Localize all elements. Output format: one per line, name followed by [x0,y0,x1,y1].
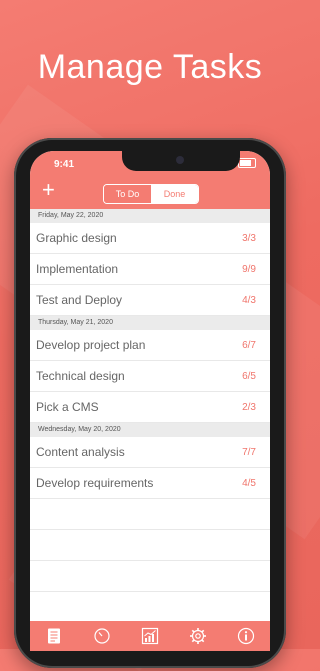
segment-done[interactable]: Done [151,185,198,203]
tab-bar [30,621,270,651]
task-row[interactable]: Develop project plan 6/7 [30,330,270,361]
task-row[interactable]: Test and Deploy 4/3 [30,285,270,316]
task-title: Technical design [36,369,125,383]
tab-list[interactable] [42,624,66,648]
task-title: Content analysis [36,445,125,459]
task-title: Implementation [36,262,119,276]
empty-row [30,530,270,561]
section-header: Friday, May 22, 2020 [30,209,270,223]
section-header: Wednesday, May 20, 2020 [30,423,270,437]
headline: Manage Tasks [37,48,263,86]
tab-chart[interactable] [138,624,162,648]
task-list: Friday, May 22, 2020 Graphic design 3/3 … [30,209,270,623]
segment-todo[interactable]: To Do [104,185,151,203]
tab-settings[interactable] [186,624,210,648]
task-title: Develop project plan [36,338,146,352]
task-count: 9/9 [242,263,256,275]
task-title: Test and Deploy [36,293,123,307]
add-task-button[interactable]: + [42,179,55,201]
task-row[interactable]: Pick a CMS 2/3 [30,392,270,423]
task-row[interactable]: Graphic design 3/3 [30,223,270,254]
task-row[interactable]: Implementation 9/9 [30,254,270,285]
status-time: 9:41 [54,159,75,170]
task-title: Develop requirements [36,476,154,490]
battery-icon [238,158,256,168]
empty-row [30,592,270,623]
empty-row [30,499,270,530]
task-count: 2/3 [242,401,256,413]
task-count: 6/5 [242,370,256,382]
task-row[interactable]: Technical design 6/5 [30,361,270,392]
task-count: 4/3 [242,294,256,306]
task-count: 4/5 [242,477,256,489]
section-header: Thursday, May 21, 2020 [30,316,270,330]
timer-icon [94,628,110,644]
tab-timer[interactable] [90,624,114,648]
task-count: 6/7 [242,339,256,351]
info-icon [237,627,255,645]
tab-info[interactable] [234,624,258,648]
chart-icon [141,627,159,645]
task-count: 7/7 [242,446,256,458]
nav-bar: + To Do Done [30,175,270,209]
task-title: Graphic design [36,231,117,245]
list-icon [48,628,60,644]
task-count: 3/3 [242,232,256,244]
task-title: Pick a CMS [36,400,99,414]
notch [122,151,240,171]
task-row[interactable]: Content analysis 7/7 [30,437,270,468]
empty-row [30,561,270,592]
app-screen: 9:41 + To Do Done Friday, May 22, 2020 G… [30,151,270,651]
segmented-control: To Do Done [103,184,199,204]
gear-icon [190,628,206,644]
task-row[interactable]: Develop requirements 4/5 [30,468,270,499]
camera-icon [176,156,184,164]
